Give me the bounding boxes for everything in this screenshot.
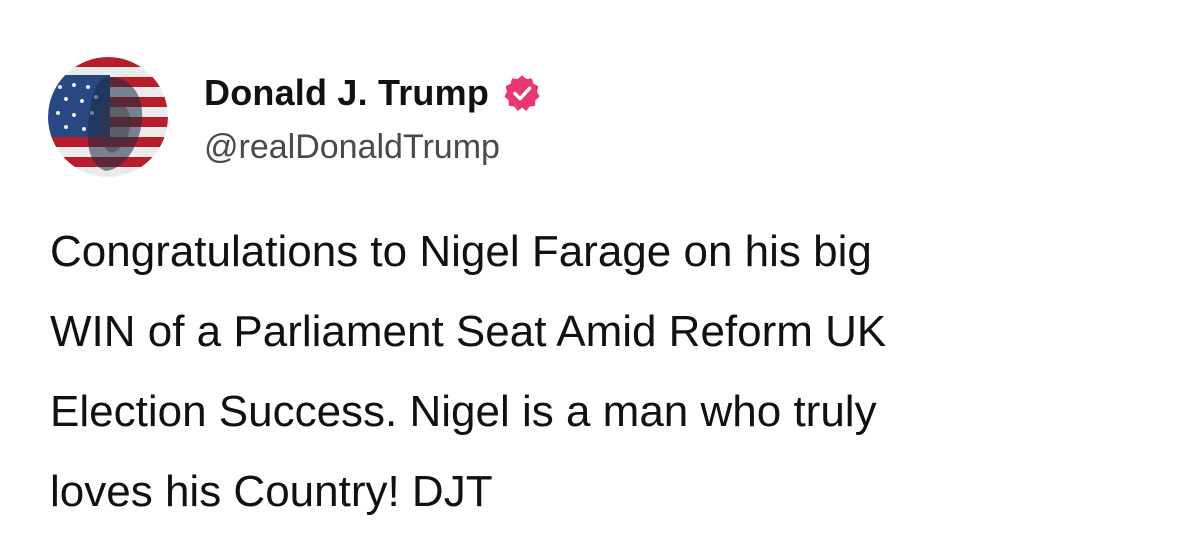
post-text: Congratulations to Nigel Farage on his b… bbox=[50, 212, 1160, 532]
post-text-line: WIN of a Parliament Seat Amid Reform UK bbox=[50, 307, 887, 356]
author-identity: Donald J. Trump @realDonaldTrump bbox=[204, 68, 541, 167]
post-header: Donald J. Trump @realDonaldTrump bbox=[48, 52, 541, 182]
post-text-line: Congratulations to Nigel Farage on his b… bbox=[50, 227, 872, 276]
name-row: Donald J. Trump bbox=[204, 68, 541, 118]
post-text-line: loves his Country! DJT bbox=[50, 467, 493, 516]
post-text-line: Election Success. Nigel is a man who tru… bbox=[50, 387, 877, 436]
avatar[interactable] bbox=[48, 57, 168, 177]
post-card: Donald J. Trump @realDonaldTrump Congrat… bbox=[0, 0, 1200, 550]
author-handle[interactable]: @realDonaldTrump bbox=[204, 128, 541, 167]
author-display-name[interactable]: Donald J. Trump bbox=[204, 72, 489, 114]
verified-badge-icon bbox=[504, 74, 540, 111]
